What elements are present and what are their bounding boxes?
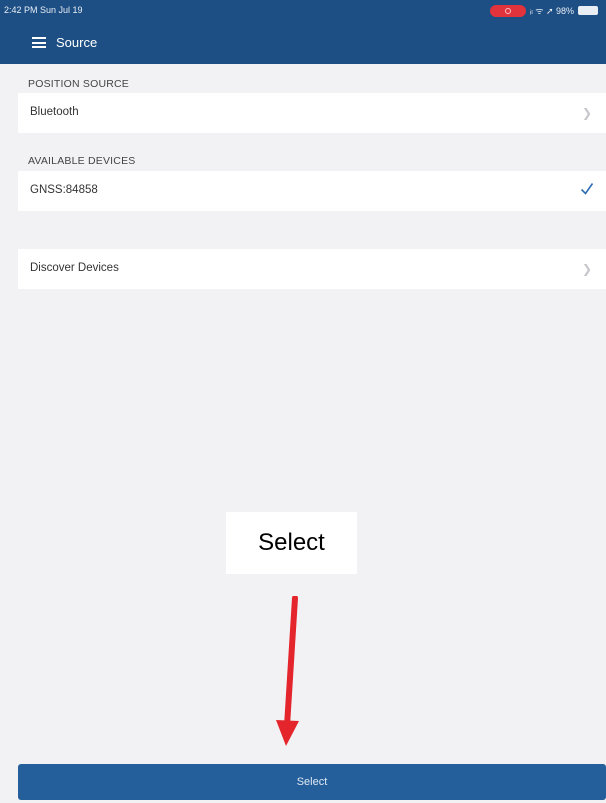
position-source-row[interactable]: Bluetooth ❯ bbox=[18, 93, 606, 133]
annotation-callout: Select bbox=[226, 512, 357, 574]
available-devices-header: AVAILABLE DEVICES bbox=[28, 155, 136, 167]
screen-recording-icon bbox=[489, 4, 526, 17]
status-time: 2:42 PM Sun Jul 19 bbox=[4, 5, 83, 15]
signal-wifi-battery-text: ᵢₗ ᯤ ➚ 98% bbox=[529, 6, 574, 16]
chevron-right-icon: ❯ bbox=[581, 106, 592, 120]
device-row-gnss[interactable]: GNSS:84858 bbox=[18, 171, 606, 211]
discover-devices-label: Discover Devices bbox=[30, 262, 119, 274]
annotation-arrow-icon bbox=[276, 596, 299, 746]
status-bar: 2:42 PM Sun Jul 19 ᵢₗ ᯤ ➚ 98% bbox=[0, 0, 606, 20]
position-source-header: POSITION SOURCE bbox=[28, 78, 130, 90]
device-label: GNSS:84858 bbox=[30, 184, 98, 196]
battery-icon bbox=[578, 6, 598, 15]
checkmark-icon bbox=[580, 183, 594, 195]
status-indicators: ᵢₗ ᯤ ➚ 98% bbox=[489, 4, 598, 17]
page-title: Source bbox=[56, 35, 98, 50]
hamburger-menu-icon[interactable] bbox=[32, 37, 46, 48]
discover-devices-row[interactable]: Discover Devices ❯ bbox=[18, 249, 606, 289]
position-source-value: Bluetooth bbox=[30, 106, 79, 118]
select-button[interactable]: Select bbox=[18, 764, 606, 800]
nav-bar: Source bbox=[0, 20, 606, 64]
chevron-right-icon: ❯ bbox=[581, 262, 592, 276]
